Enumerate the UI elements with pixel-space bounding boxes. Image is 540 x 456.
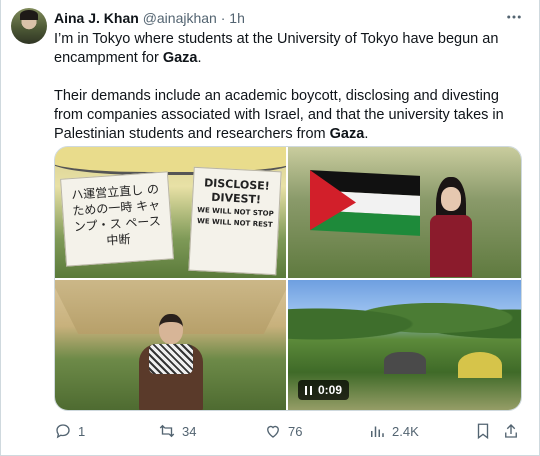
repost-count: 34 <box>182 423 197 439</box>
video-duration-badge[interactable]: 0:09 <box>298 380 350 400</box>
author-name[interactable]: Aina J. Khan <box>54 10 139 26</box>
avatar[interactable] <box>11 8 47 44</box>
action-bar: 1 34 76 2.4K <box>54 420 522 442</box>
seated-student-figure <box>139 314 203 410</box>
tent <box>384 352 426 374</box>
repost-button[interactable]: 34 <box>158 420 196 442</box>
bookmark-icon <box>477 423 489 440</box>
hashtag-link[interactable]: Gaza <box>330 126 365 142</box>
share-icon <box>505 424 517 438</box>
photo-protest-signs[interactable]: ハ運営立直し のための一時 キャンプ・ス ペース中断 DISCLOSE! DIV… <box>55 147 286 278</box>
tree-line <box>288 288 521 348</box>
tweet-paragraph-1: I’m in Tokyo where students at the Unive… <box>54 31 499 66</box>
media-grid: ハ運営立直し のための一時 キャンプ・ス ペース中断 DISCLOSE! DIV… <box>54 146 522 411</box>
pause-icon <box>305 385 312 395</box>
palestinian-flag <box>310 170 420 236</box>
share-button[interactable] <box>502 420 520 442</box>
tweet-text: I’m in Tokyo where students at the Unive… <box>54 30 529 163</box>
japanese-sign: ハ運営立直し のための一時 キャンプ・ス ペース中断 <box>60 171 174 267</box>
video-time: 0:09 <box>318 383 343 397</box>
reply-icon <box>56 424 70 439</box>
reply-button[interactable]: 1 <box>54 420 85 442</box>
more-options-icon[interactable] <box>503 8 525 26</box>
timestamp[interactable]: 1h <box>229 10 245 26</box>
student-figure <box>430 177 472 277</box>
views-button[interactable]: 2.4K <box>368 420 419 442</box>
tent <box>458 352 502 378</box>
tweet-card[interactable]: Aina J. Khan @ainajkhan · 1h I’m in Toky… <box>0 0 540 456</box>
repost-icon <box>159 424 175 438</box>
reply-count: 1 <box>78 423 86 439</box>
like-button[interactable]: 76 <box>264 420 302 442</box>
views-chart-icon <box>371 426 384 437</box>
tweet-header: Aina J. Khan @ainajkhan · 1h <box>54 9 245 27</box>
author-handle[interactable]: @ainajkhan <box>143 10 217 26</box>
photo-flag-student[interactable] <box>288 147 521 278</box>
views-count: 2.4K <box>392 423 419 439</box>
photo-tent-sitting-student[interactable] <box>55 280 286 410</box>
video-encampment[interactable]: 0:09 <box>288 280 521 410</box>
heart-icon <box>267 425 279 438</box>
like-count: 76 <box>288 423 303 439</box>
tweet-paragraph-2: Their demands include an academic boycot… <box>54 88 504 142</box>
bookmark-button[interactable] <box>474 420 492 442</box>
separator: · <box>220 10 226 26</box>
disclose-divest-sign: DISCLOSE! DIVEST! WE WILL NOT STOP WE WI… <box>188 166 282 276</box>
hashtag-link[interactable]: Gaza <box>163 50 198 66</box>
